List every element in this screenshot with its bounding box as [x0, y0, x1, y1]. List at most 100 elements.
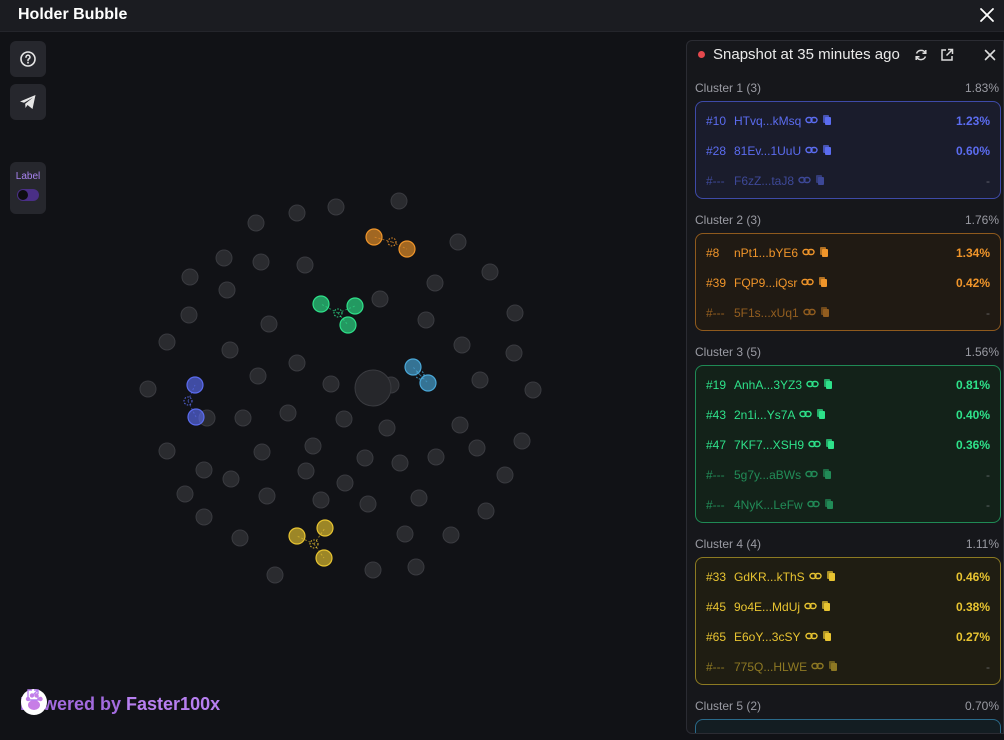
- cluster-bubble[interactable]: [315, 549, 333, 567]
- cluster-bubble[interactable]: [365, 228, 383, 246]
- cluster-card[interactable]: #33 GdKR...kThS 0.46% #45 9o4E...MdUj 0.38% #6…: [695, 557, 1001, 685]
- cluster-bubble[interactable]: [316, 519, 334, 537]
- holder-row[interactable]: #28 81Ev...1UuU 0.60%: [696, 136, 1000, 166]
- holder-bubble[interactable]: [524, 381, 542, 399]
- link-copy-icons[interactable]: [801, 276, 829, 288]
- holder-bubble[interactable]: [442, 526, 460, 544]
- holder-bubble[interactable]: [336, 474, 354, 492]
- holder-bubble[interactable]: [378, 419, 396, 437]
- holder-address[interactable]: HTvq...kMsq: [734, 114, 801, 128]
- holder-bubble[interactable]: [427, 448, 445, 466]
- holder-bubble[interactable]: [506, 304, 524, 322]
- holder-bubble[interactable]: [215, 249, 233, 267]
- close-panel-icon[interactable]: [982, 47, 998, 63]
- holder-bubble[interactable]: [396, 525, 414, 543]
- refresh-icon[interactable]: [913, 47, 929, 63]
- holder-bubble[interactable]: [158, 333, 176, 351]
- holder-row[interactable]: #8 nPt1...bYE6 1.34%: [696, 238, 1000, 268]
- holder-address[interactable]: E6oY...3cSY: [734, 630, 801, 644]
- help-button[interactable]: [10, 41, 46, 77]
- holder-bubble[interactable]: [371, 290, 389, 308]
- cluster-card[interactable]: #19 AnhA...3YZ3 0.81% #43 2n1i...Ys7A 0.40% #4…: [695, 365, 1001, 523]
- holder-bubble[interactable]: [505, 344, 523, 362]
- holder-bubble[interactable]: [451, 416, 469, 434]
- holder-row[interactable]: #--- F6zZ...taJ8 -: [696, 166, 1000, 196]
- holder-bubble[interactable]: [221, 341, 239, 359]
- holder-bubble[interactable]: [327, 198, 345, 216]
- holder-address[interactable]: 7KF7...XSH9: [734, 438, 804, 452]
- holder-row[interactable]: #39 FQP9...iQsr 0.42%: [696, 268, 1000, 298]
- link-copy-icons[interactable]: [802, 246, 830, 258]
- link-copy-icons[interactable]: [798, 174, 826, 186]
- holder-bubble[interactable]: [288, 204, 306, 222]
- holder-bubble[interactable]: [356, 449, 374, 467]
- holder-bubble[interactable]: [426, 274, 444, 292]
- holder-bubble[interactable]: [195, 508, 213, 526]
- holder-row[interactable]: #47 7KF7...XSH9 0.36%: [696, 430, 1000, 460]
- holder-bubble[interactable]: [260, 315, 278, 333]
- telegram-button[interactable]: [10, 84, 46, 120]
- cluster-card[interactable]: [695, 719, 1001, 733]
- holder-bubble[interactable]: [222, 470, 240, 488]
- holder-bubble[interactable]: [181, 268, 199, 286]
- link-copy-icons[interactable]: [809, 570, 837, 582]
- link-copy-icons[interactable]: [805, 144, 833, 156]
- holder-bubble[interactable]: [496, 466, 514, 484]
- holder-bubble[interactable]: [322, 375, 340, 393]
- holder-address[interactable]: 81Ev...1UuU: [734, 144, 801, 158]
- label-toggle-switch[interactable]: [17, 189, 39, 201]
- holder-address[interactable]: AnhA...3YZ3: [734, 378, 802, 392]
- holder-bubble[interactable]: [407, 558, 425, 576]
- holder-bubble[interactable]: [417, 311, 435, 329]
- holder-address[interactable]: GdKR...kThS: [734, 570, 805, 584]
- holder-row[interactable]: #--- 5g7y...aBWs -: [696, 460, 1000, 490]
- link-copy-icons[interactable]: [805, 114, 833, 126]
- holder-address[interactable]: 2n1i...Ys7A: [734, 408, 795, 422]
- cluster-bubble[interactable]: [186, 376, 204, 394]
- open-external-icon[interactable]: [939, 47, 955, 63]
- cluster-bubble[interactable]: [288, 527, 306, 545]
- holder-bubble[interactable]: [468, 439, 486, 457]
- holder-address[interactable]: 9o4E...MdUj: [734, 600, 800, 614]
- holder-bubble[interactable]: [231, 529, 249, 547]
- holder-address[interactable]: F6zZ...taJ8: [734, 174, 794, 188]
- holder-bubble[interactable]: [410, 489, 428, 507]
- holder-bubble[interactable]: [218, 281, 236, 299]
- holder-bubble[interactable]: [477, 502, 495, 520]
- link-copy-icons[interactable]: [805, 468, 833, 480]
- holder-bubble[interactable]: [249, 367, 267, 385]
- brand-link[interactable]: Faster100x: [126, 694, 220, 715]
- holder-address[interactable]: FQP9...iQsr: [734, 276, 797, 290]
- holder-bubble[interactable]: [139, 380, 157, 398]
- holder-bubble[interactable]: [296, 256, 314, 274]
- holder-bubble[interactable]: [279, 404, 297, 422]
- holder-bubble[interactable]: [390, 192, 408, 210]
- link-copy-icons[interactable]: [799, 408, 827, 420]
- holder-address[interactable]: nPt1...bYE6: [734, 246, 798, 260]
- cluster-bubble[interactable]: [419, 374, 437, 392]
- holder-row[interactable]: #65 E6oY...3cSY 0.27%: [696, 622, 1000, 652]
- holder-bubble[interactable]: [481, 263, 499, 281]
- cluster-bubble[interactable]: [398, 240, 416, 258]
- holder-row[interactable]: #43 2n1i...Ys7A 0.40%: [696, 400, 1000, 430]
- holder-bubble[interactable]: [253, 443, 271, 461]
- holder-bubble[interactable]: [335, 410, 353, 428]
- holder-bubble[interactable]: [252, 253, 270, 271]
- bubble-map-canvas[interactable]: Label Powered by Faster100x: [0, 33, 686, 740]
- holder-row[interactable]: #19 AnhA...3YZ3 0.81%: [696, 370, 1000, 400]
- cluster-bubble[interactable]: [187, 408, 205, 426]
- link-copy-icons[interactable]: [805, 630, 833, 642]
- cluster-bubble[interactable]: [404, 358, 422, 376]
- cluster-card[interactable]: #10 HTvq...kMsq 1.23% #28 81Ev...1UuU 0.60% #-…: [695, 101, 1001, 199]
- holder-bubble[interactable]: [234, 409, 252, 427]
- holder-bubble[interactable]: [288, 354, 306, 372]
- link-copy-icons[interactable]: [811, 660, 839, 672]
- holder-bubble[interactable]: [364, 561, 382, 579]
- holder-bubble[interactable]: [266, 566, 284, 584]
- cluster-bubble[interactable]: [312, 295, 330, 313]
- holder-bubble[interactable]: [304, 437, 322, 455]
- external-link-icon[interactable]: [26, 688, 40, 702]
- holder-bubble[interactable]: [449, 233, 467, 251]
- holder-bubble[interactable]: [359, 495, 377, 513]
- holder-row[interactable]: #45 9o4E...MdUj 0.38%: [696, 592, 1000, 622]
